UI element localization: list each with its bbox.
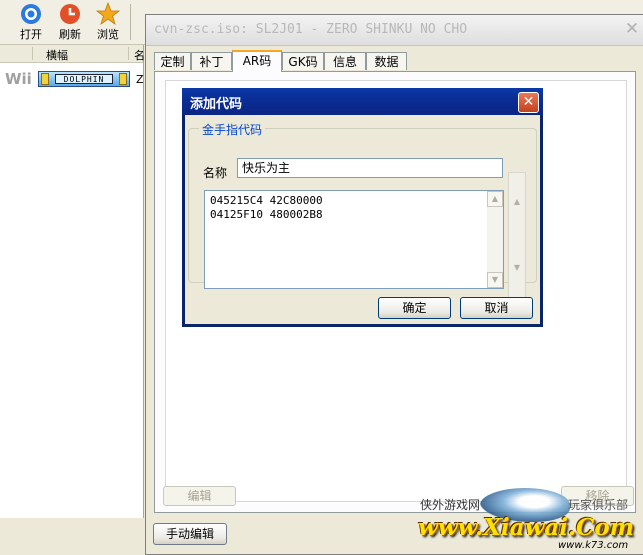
browse-label: 浏览	[97, 28, 119, 41]
banner-text: DOLPHIN	[55, 74, 113, 84]
properties-title: cvn-zsc.iso: SL2J01 - ZERO SHINKU NO CHO	[154, 22, 468, 37]
game-list-header: 横幅 名	[0, 45, 145, 63]
scroll-up-icon[interactable]: ▲	[487, 191, 503, 207]
code-textarea[interactable]: 045215C4 42C80000 04125F10 480002B8 ▲ ▼	[204, 190, 504, 289]
name-input[interactable]: 快乐为主	[237, 158, 503, 178]
refresh-label: 刷新	[59, 28, 81, 41]
open-button[interactable]: 打开	[11, 0, 51, 44]
column-banner[interactable]: 横幅	[46, 47, 68, 63]
code-line: 04125F10 480002B8	[210, 208, 323, 221]
refresh-button[interactable]: 刷新	[50, 0, 90, 44]
scroll-down-icon[interactable]: ▼	[487, 272, 503, 288]
group-title: 金手指代码	[199, 121, 266, 138]
tab-data[interactable]: 数据	[366, 52, 407, 70]
watermark-logo-text: www.Xiawai.Com	[418, 514, 635, 541]
game-name-fragment: Z	[136, 73, 144, 86]
game-list[interactable]: 横幅 名 Wii DOLPHIN Z	[0, 45, 145, 518]
refresh-icon	[60, 4, 80, 24]
dialog-title-bar[interactable]: 添加代码 ✕	[182, 88, 543, 115]
toolbar-separator	[130, 4, 131, 40]
banner-cap	[41, 73, 49, 85]
name-label: 名称	[203, 166, 228, 180]
status-bar	[0, 518, 143, 555]
banner-cap	[119, 73, 127, 85]
dialog-title: 添加代码	[190, 97, 243, 112]
browse-button[interactable]: 浏览	[88, 0, 128, 44]
watermark-right-text: 玩家俱乐部	[568, 498, 629, 512]
table-row[interactable]: Wii DOLPHIN Z	[0, 69, 144, 91]
dialog-body: 金手指代码 名称 快乐为主 045215C4 42C80000 04125F10…	[185, 115, 540, 324]
tab-custom[interactable]: 定制	[154, 52, 191, 70]
tab-patch[interactable]: 补丁	[191, 52, 232, 70]
cancel-button[interactable]: 取消	[460, 297, 533, 319]
close-icon[interactable]: ✕	[622, 19, 642, 39]
watermark-url: www.k73.com	[558, 540, 629, 551]
code-scrollbar[interactable]: ▲ ▼	[487, 191, 503, 288]
edit-button[interactable]: 编辑	[163, 486, 236, 506]
code-lines: 045215C4 42C80000 04125F10 480002B8	[210, 194, 323, 222]
side-scrollbar[interactable]: ▲ ▼	[508, 172, 526, 303]
column-name[interactable]: 名	[134, 47, 145, 63]
game-banner: DOLPHIN	[38, 71, 130, 87]
scroll-down-icon[interactable]: ▼	[509, 261, 525, 277]
cheat-code-group: 金手指代码 名称 快乐为主 045215C4 42C80000 04125F10…	[188, 121, 537, 289]
column-divider	[32, 47, 33, 60]
wii-platform-icon: Wii	[5, 70, 32, 88]
tab-ar-code[interactable]: AR码	[232, 50, 282, 72]
code-line: 045215C4 42C80000	[210, 194, 323, 207]
column-divider	[128, 47, 129, 60]
tab-info[interactable]: 信息	[324, 52, 366, 70]
close-icon[interactable]: ✕	[518, 92, 539, 113]
watermark-left-text: 侠外游戏网	[420, 498, 481, 512]
add-code-dialog: 添加代码 ✕ 金手指代码 名称 快乐为主 045215C4 42C80000 0…	[182, 88, 543, 327]
browse-icon	[96, 2, 120, 26]
tab-gk-code[interactable]: GK码	[282, 52, 324, 70]
scroll-up-icon[interactable]: ▲	[509, 195, 525, 211]
open-icon	[21, 4, 41, 24]
open-label: 打开	[20, 28, 42, 41]
manual-edit-button[interactable]: 手动编辑	[153, 523, 227, 545]
properties-title-bar[interactable]: cvn-zsc.iso: SL2J01 - ZERO SHINKU NO CHO…	[146, 15, 643, 46]
watermark: 侠外游戏网 玩家俱乐部 www.Xiawai.Com www.k73.com	[410, 482, 643, 555]
ok-button[interactable]: 确定	[378, 297, 451, 319]
